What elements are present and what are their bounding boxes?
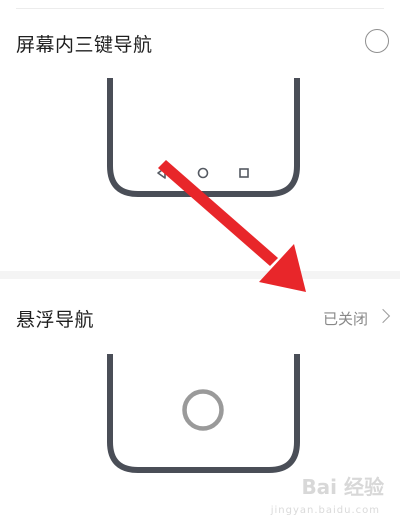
annotation-arrow — [158, 160, 306, 292]
arrow-shaft — [158, 160, 278, 266]
baidu-watermark-url: jingyan.baidu.com — [270, 505, 380, 516]
baidu-watermark: Bai 经验 — [301, 475, 384, 499]
